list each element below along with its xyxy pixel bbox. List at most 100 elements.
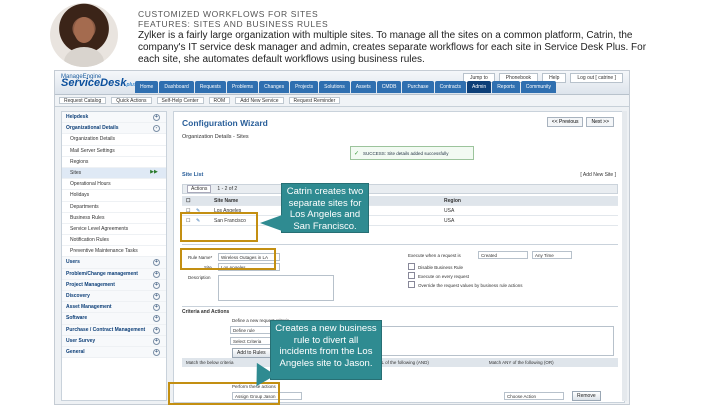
execute-time-select[interactable]: Any Time xyxy=(532,251,572,259)
tab-cmdb[interactable]: CMDB xyxy=(376,81,402,93)
next-button[interactable]: Next >> xyxy=(586,117,614,127)
sidebar-item[interactable]: Organizational Details - xyxy=(62,123,166,135)
sidebar-item-label: Sites xyxy=(70,169,82,176)
expand-toggle-icon[interactable]: + xyxy=(153,337,160,345)
add-to-rules-button[interactable]: Add to Rules xyxy=(232,348,271,358)
tab-dashboard[interactable]: Dashboard xyxy=(159,81,194,93)
tab-solutions[interactable]: Solutions xyxy=(319,81,350,93)
sidebar-item-label: Operational Hours xyxy=(70,181,111,188)
expand-toggle-icon[interactable]: + xyxy=(153,281,160,289)
select-all-checkbox[interactable]: ☐ xyxy=(182,198,196,204)
expand-toggle-icon[interactable]: + xyxy=(153,114,160,121)
tab-home[interactable]: Home xyxy=(135,81,159,93)
expand-toggle-icon[interactable]: + xyxy=(153,293,160,300)
sidebar-item[interactable]: Sites ▶▶ xyxy=(62,167,166,180)
actions-highlight-box xyxy=(168,382,280,405)
rule-name-highlight-box xyxy=(180,248,276,270)
sidebar-item-label: Organization Details xyxy=(70,136,116,143)
sidebar-item[interactable]: Users + xyxy=(62,257,166,269)
add-service-button[interactable]: Add New Service xyxy=(235,97,284,104)
add-new-site-link[interactable]: [ Add New Site ] xyxy=(580,172,616,178)
region-column-header[interactable]: Region xyxy=(444,198,618,204)
sidebar-item-label: Notification Rules xyxy=(70,237,109,244)
sidebar-item[interactable]: Departments xyxy=(62,202,166,213)
sidebar-item[interactable]: Preventive Maintenance Tasks xyxy=(62,246,166,258)
tab-requests[interactable]: Requests xyxy=(194,81,226,93)
expand-toggle-icon[interactable]: - xyxy=(153,125,160,133)
quick-actions-button[interactable]: Quick Actions xyxy=(111,97,152,104)
page-subtitle: Organization Details - Sites xyxy=(182,134,249,140)
expand-toggle-icon[interactable]: + xyxy=(153,315,160,323)
tab-projects[interactable]: Projects xyxy=(290,81,319,93)
sidebar-item[interactable]: Problem/Change management + xyxy=(62,268,166,280)
sites-callout-pointer xyxy=(260,215,282,231)
expand-toggle-icon[interactable]: + xyxy=(153,259,160,267)
logo-name: ServiceDesk xyxy=(61,77,127,89)
heading-line-1: CUSTOMIZED WORKFLOWS FOR SITES xyxy=(138,9,319,19)
sidebar-item[interactable]: Asset Management + xyxy=(62,302,166,314)
sidebar-item[interactable]: Discovery + xyxy=(62,291,166,303)
sidebar-item[interactable]: General + xyxy=(62,346,166,359)
tab-contracts[interactable]: Contracts xyxy=(434,81,466,93)
sidebar-item-label: Departments xyxy=(70,203,99,210)
page-scrollbar[interactable] xyxy=(622,111,627,401)
choose-action-select[interactable]: Choose Action xyxy=(504,392,564,400)
sidebar-item-label: General xyxy=(66,348,85,355)
tab-assets[interactable]: Assets xyxy=(350,81,376,93)
tab-problems[interactable]: Problems xyxy=(226,81,259,93)
expand-toggle-icon[interactable]: + xyxy=(153,326,160,334)
expand-arrow-icon[interactable]: ▶▶ xyxy=(148,169,160,177)
match-any-radio[interactable]: Match ANY of the following (OR) xyxy=(489,360,554,365)
execute-when-label: Execute when a request is xyxy=(408,253,461,258)
request-reminder-button[interactable]: Request Reminder xyxy=(288,97,341,104)
sidebar-item[interactable]: Regions xyxy=(62,157,166,168)
disable-rule-checkbox[interactable]: Disable Business Rule xyxy=(408,263,463,270)
sidebar-item[interactable]: Business Rules xyxy=(62,213,166,224)
sidebar-item-label: Software xyxy=(66,315,88,322)
slide-heading: CUSTOMIZED WORKFLOWS FOR SITES FEATURES:… xyxy=(138,9,328,29)
description-textarea[interactable] xyxy=(218,275,334,301)
tab-community[interactable]: Community xyxy=(520,81,556,93)
sidebar-item-label: Problem/Change management xyxy=(66,270,138,277)
sidebar-item[interactable]: Helpdesk + xyxy=(62,112,166,124)
sidebar-item-label: Organizational Details xyxy=(66,125,119,132)
remove-action-button[interactable]: Remove xyxy=(572,391,601,401)
logout-link[interactable]: Log out [ catrine ] xyxy=(570,73,623,83)
success-message: SUCCESS: Site details added successfully xyxy=(350,146,474,160)
tab-changes[interactable]: Changes xyxy=(259,81,290,93)
sidebar-item[interactable]: Notification Rules xyxy=(62,235,166,247)
admin-sidebar: Helpdesk + Organizational Details - Organiza… xyxy=(61,111,167,401)
wizard-nav: << Previous Next >> xyxy=(546,117,614,127)
sidebar-item[interactable]: User Survey + xyxy=(62,335,166,347)
execute-event-select[interactable]: Created xyxy=(478,251,528,259)
sidebar-item-label: Regions xyxy=(70,158,89,165)
request-catalog-button[interactable]: Request Catalog xyxy=(59,97,107,104)
expand-toggle-icon[interactable]: + xyxy=(153,270,160,278)
sidebar-item[interactable]: Software + xyxy=(62,313,166,325)
app-logo[interactable]: ManageEngine ServiceDeskplus xyxy=(61,74,137,89)
override-values-checkbox[interactable]: Override the request values by business … xyxy=(408,281,523,288)
business-rule-callout: Creates a new business rule to divert al… xyxy=(270,320,382,380)
sidebar-item[interactable]: Service Level Agreements xyxy=(62,224,166,236)
sites-callout: Catrin creates two separate sites for Lo… xyxy=(281,183,369,233)
table-header-row: ☐ Site Name Region xyxy=(182,196,618,206)
sidebar-item[interactable]: Organization Details xyxy=(62,134,166,146)
previous-button[interactable]: << Previous xyxy=(546,117,584,127)
actions-dropdown[interactable]: Actions xyxy=(187,185,212,193)
execute-every-checkbox[interactable]: Execute on every request xyxy=(408,272,469,279)
sidebar-item[interactable]: Mail Server Settings xyxy=(62,146,166,157)
sidebar-item[interactable]: Holidays xyxy=(62,190,166,202)
rom-button[interactable]: ROM xyxy=(208,97,231,104)
sites-highlight-box xyxy=(180,212,258,242)
expand-toggle-icon[interactable]: + xyxy=(153,348,160,356)
expand-toggle-icon[interactable]: + xyxy=(153,304,160,312)
tab-purchase[interactable]: Purchase xyxy=(402,81,434,93)
sidebar-item-label: Mail Server Settings xyxy=(70,147,115,154)
sidebar-item[interactable]: Project Management + xyxy=(62,279,166,291)
sidebar-item[interactable]: Operational Hours xyxy=(62,179,166,191)
tab-admin[interactable]: Admin xyxy=(467,81,492,93)
sidebar-item[interactable]: Purchase / Contract Management + xyxy=(62,324,166,336)
tab-reports[interactable]: Reports xyxy=(492,81,520,93)
site-table-toolbar: Actions 1 - 2 of 2 xyxy=(182,184,618,194)
self-help-button[interactable]: Self-Help Center xyxy=(156,97,204,104)
